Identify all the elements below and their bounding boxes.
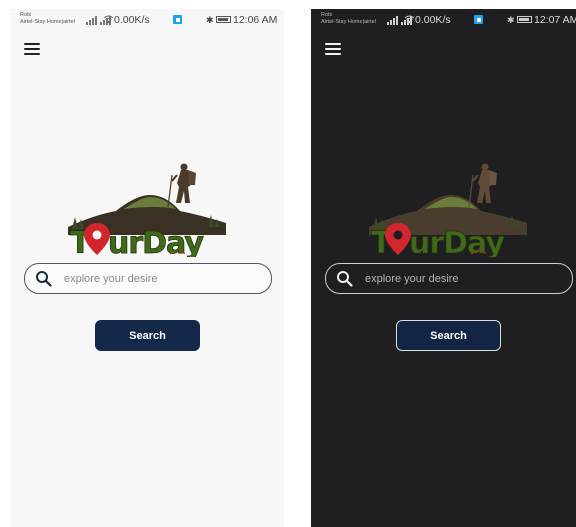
- svg-text:urDay: urDay: [108, 226, 204, 257]
- tourday-logo: T urDay: [68, 163, 226, 257]
- carrier-bottom: Airtel-Stay Home|airtel: [20, 18, 75, 25]
- carrier-bottom: Airtel-Stay Home|airtel: [321, 18, 376, 25]
- search-button[interactable]: Search: [95, 320, 200, 351]
- signal-icon: [86, 16, 97, 25]
- status-bar: Robi Airtel-Stay Home|airtel 0.00K/s ✱ 1…: [311, 9, 576, 35]
- svg-text:urDay: urDay: [409, 226, 505, 257]
- app-notification-icon: [474, 15, 483, 24]
- network-speed: 0.00K/s: [114, 14, 150, 26]
- battery-icon: [216, 16, 231, 23]
- bluetooth-icon: ✱: [206, 15, 214, 25]
- menu-icon[interactable]: [24, 43, 40, 55]
- search-icon[interactable]: [336, 270, 353, 287]
- carrier-info: Robi Airtel-Stay Home|airtel: [20, 12, 75, 25]
- signal-icon: [387, 16, 398, 25]
- search-button[interactable]: Search: [396, 320, 501, 351]
- search-box[interactable]: [24, 263, 272, 294]
- dark-mode-screen: Robi Airtel-Stay Home|airtel 0.00K/s ✱ 1…: [311, 9, 576, 527]
- wifi-icon: [404, 15, 415, 24]
- status-time: 12:06 AM: [233, 14, 278, 26]
- menu-icon[interactable]: [325, 43, 341, 55]
- bluetooth-icon: ✱: [507, 15, 515, 25]
- wifi-icon: [103, 15, 114, 24]
- status-bar: Robi Airtel-Stay Home|airtel 0.00K/s ✱ 1…: [10, 9, 284, 35]
- tourday-logo: T urDay: [369, 163, 527, 257]
- search-icon[interactable]: [35, 270, 52, 287]
- carrier-info: Robi Airtel-Stay Home|airtel: [321, 12, 376, 25]
- app-notification-icon: [173, 15, 182, 24]
- search-input[interactable]: [365, 272, 545, 285]
- search-input[interactable]: [64, 272, 244, 285]
- status-time: 12:07 AM: [534, 14, 576, 26]
- search-box[interactable]: [325, 263, 573, 294]
- light-mode-screen: Robi Airtel-Stay Home|airtel 0.00K/s ✱ 1…: [10, 9, 284, 527]
- network-speed: 0.00K/s: [415, 14, 451, 26]
- battery-icon: [517, 16, 532, 23]
